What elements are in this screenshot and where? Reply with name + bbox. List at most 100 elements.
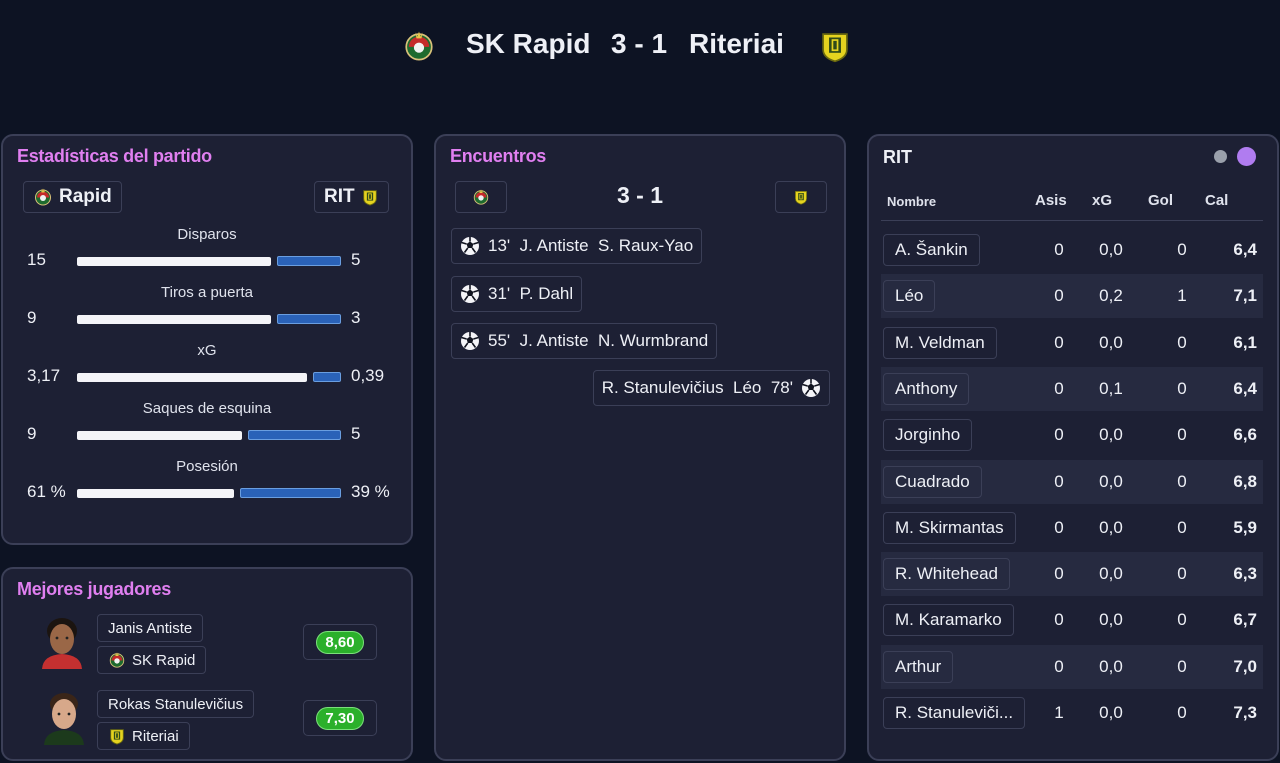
- event-text: 55' J. Antiste N. Wurmbrand: [488, 331, 709, 350]
- player-row[interactable]: R. Whitehead 0 0,0 0 6,3: [881, 552, 1263, 597]
- player-name-chip[interactable]: A. Šankin: [883, 234, 980, 266]
- top-player-rating: 8,60: [303, 624, 377, 660]
- player-name-chip[interactable]: Léo: [883, 280, 936, 313]
- player-goals: 0: [1177, 240, 1187, 259]
- player-row[interactable]: Arthur 0 0,0 0 7,0: [881, 644, 1263, 689]
- player-rating: 6,8: [1233, 471, 1257, 491]
- player-xg: 0,0: [1099, 332, 1123, 352]
- stat-row: Saques de esquina 9 5: [3, 400, 411, 458]
- away-team-chip[interactable]: RIT: [314, 181, 389, 213]
- away-team-crest-chip[interactable]: [775, 181, 827, 213]
- player-xg: 0,0: [1099, 656, 1123, 676]
- soccer-ball-icon: [460, 331, 480, 351]
- stat-home-bar: [77, 257, 271, 266]
- top-player-team-label: SK Rapid: [132, 651, 196, 669]
- stat-row: Posesión 61 % 39 %: [3, 458, 411, 516]
- riteriai-crest-icon: [361, 187, 379, 207]
- events-panel-title: Encuentros: [450, 146, 547, 166]
- goal-event[interactable]: 55' J. Antiste N. Wurmbrand: [451, 323, 718, 359]
- stat-away-value: 39 %: [351, 482, 390, 501]
- stat-away-bar: [277, 256, 341, 266]
- team-toggle-home[interactable]: [1214, 150, 1227, 163]
- column-header-rating[interactable]: Cal: [1205, 192, 1228, 209]
- player-xg: 0,0: [1099, 610, 1123, 630]
- stat-home-bar: [77, 489, 234, 498]
- away-team-name[interactable]: Riteriai: [689, 28, 784, 60]
- team-panel-title: RIT: [883, 147, 912, 167]
- column-header-name[interactable]: Nombre: [887, 194, 936, 209]
- column-header-xg[interactable]: xG: [1092, 192, 1112, 209]
- player-row[interactable]: M. Veldman 0 0,0 0 6,1: [881, 321, 1263, 365]
- player-goals: 0: [1177, 332, 1187, 352]
- stat-home-bar: [77, 315, 271, 324]
- player-assists: 0: [1054, 564, 1064, 584]
- player-rating: 6,4: [1233, 240, 1257, 259]
- player-row[interactable]: M. Karamarko 0 0,0 0 6,7: [881, 598, 1263, 642]
- player-row[interactable]: R. Stanuleviči... 1 0,0 0 7,3: [881, 691, 1263, 735]
- rapid-crest-icon: [33, 186, 53, 208]
- player-name-chip[interactable]: R. Whitehead: [883, 558, 1010, 591]
- player-assists: 0: [1054, 378, 1064, 398]
- player-rating: 7,0: [1233, 656, 1257, 676]
- player-xg: 0,0: [1099, 471, 1123, 491]
- player-rating: 6,7: [1233, 610, 1257, 630]
- player-name-chip[interactable]: Anthony: [883, 372, 970, 405]
- player-row[interactable]: Jorginho 0 0,0 0 6,6: [881, 413, 1263, 457]
- match-stats-panel: Estadísticas del partido Rapid RIT Dispa…: [1, 134, 413, 545]
- top-player-team[interactable]: Riteriai: [97, 722, 190, 750]
- stat-away-value: 3: [351, 308, 361, 327]
- player-xg: 0,0: [1099, 425, 1123, 445]
- player-rating: 6,1: [1233, 332, 1257, 352]
- team-toggle-away[interactable]: [1237, 147, 1256, 166]
- player-xg: 0,1: [1099, 378, 1123, 398]
- player-rating: 7,1: [1233, 286, 1257, 306]
- player-name-chip[interactable]: Jorginho: [883, 419, 973, 452]
- player-goals: 0: [1177, 517, 1187, 537]
- player-row[interactable]: Cuadrado 0 0,0 0 6,8: [881, 459, 1263, 504]
- riteriai-crest-icon: [793, 187, 809, 207]
- stat-row: Disparos 15 5: [3, 226, 411, 284]
- stat-row: Tiros a puerta 9 3: [3, 284, 411, 342]
- player-name-chip[interactable]: M. Karamarko: [883, 604, 1014, 637]
- column-header-assists[interactable]: Asis: [1035, 192, 1067, 209]
- player-xg: 0,0: [1099, 703, 1123, 722]
- stat-label: Posesión: [176, 458, 238, 475]
- player-row[interactable]: Léo 0 0,2 1 7,1: [881, 274, 1263, 319]
- player-name-chip[interactable]: R. Stanuleviči...: [883, 697, 1026, 729]
- rapid-crest-icon: [108, 650, 126, 670]
- goal-event[interactable]: R. Stanulevičius Léo 78': [592, 370, 830, 406]
- player-row[interactable]: M. Skirmantas 0 0,0 0 5,9: [881, 506, 1263, 550]
- stat-label: xG: [197, 342, 217, 359]
- goal-event[interactable]: 13' J. Antiste S. Raux-Yao: [451, 228, 703, 264]
- stat-away-value: 0,39: [351, 366, 385, 385]
- player-name-chip[interactable]: Arthur: [883, 650, 954, 683]
- home-team-name[interactable]: SK Rapid: [466, 28, 590, 60]
- stat-home-value: 61 %: [27, 482, 66, 501]
- player-goals: 0: [1177, 610, 1187, 630]
- player-name-chip[interactable]: Cuadrado: [883, 465, 982, 498]
- top-player-name[interactable]: Rokas Stanulevičius: [97, 690, 255, 718]
- player-xg: 0,2: [1099, 286, 1123, 306]
- stat-away-bar: [277, 314, 341, 324]
- column-header-goals[interactable]: Gol: [1148, 192, 1173, 209]
- soccer-ball-icon: [460, 284, 480, 304]
- top-player-team[interactable]: SK Rapid: [97, 646, 207, 674]
- stat-home-value: 9: [27, 424, 37, 443]
- player-xg: 0,0: [1099, 564, 1123, 584]
- player-assists: 0: [1054, 517, 1064, 537]
- player-row[interactable]: A. Šankin 0 0,0 0 6,4: [881, 228, 1263, 272]
- player-rating: 6,4: [1233, 378, 1257, 398]
- player-photo: [39, 613, 85, 669]
- goal-event[interactable]: 31' P. Dahl: [451, 276, 583, 312]
- home-team-chip[interactable]: Rapid: [23, 181, 122, 213]
- event-text: 31' P. Dahl: [488, 284, 574, 303]
- rating-badge: 7,30: [316, 706, 364, 730]
- top-player-name[interactable]: Janis Antiste: [97, 614, 204, 642]
- player-xg: 0,0: [1099, 240, 1123, 259]
- stat-row: xG 3,17 0,39: [3, 342, 411, 400]
- player-rating: 6,3: [1233, 564, 1257, 584]
- player-row[interactable]: Anthony 0 0,1 0 6,4: [881, 366, 1263, 411]
- player-photo: [41, 689, 87, 745]
- player-name-chip[interactable]: M. Skirmantas: [883, 511, 1016, 544]
- player-name-chip[interactable]: M. Veldman: [883, 326, 997, 359]
